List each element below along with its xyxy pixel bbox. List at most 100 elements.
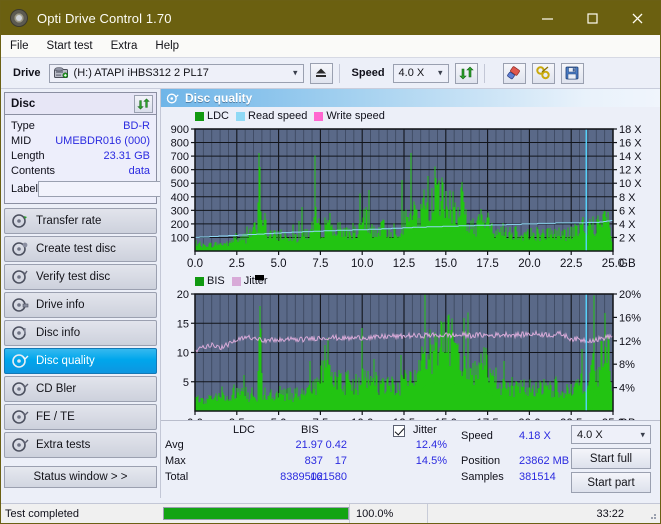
fe-te-icon — [11, 408, 29, 426]
jitter-avg: 12.4% — [387, 439, 447, 451]
refresh-button[interactable] — [455, 63, 478, 84]
disc-panel-title: Disc — [11, 98, 35, 110]
jitter-max: 14.5% — [387, 455, 447, 467]
svg-text:2.5: 2.5 — [229, 258, 245, 270]
cd-bler-icon — [11, 380, 29, 398]
disc-panel-header: Disc — [5, 93, 156, 115]
svg-text:22.5: 22.5 — [560, 258, 582, 270]
disc-quality-icon — [11, 352, 29, 370]
svg-text:300: 300 — [171, 205, 189, 217]
drive-select[interactable]: (H:) ATAPI iHBS312 2 PL17 ▾ — [49, 64, 304, 83]
start-full-button[interactable]: Start full — [571, 448, 651, 469]
eject-icon — [314, 67, 328, 79]
refresh-icon — [459, 66, 474, 80]
bis-jitter-chart: 51015204%8%12%16%20%0.02.55.07.510.012.5… — [163, 288, 657, 433]
svg-text:5: 5 — [183, 377, 189, 389]
toolbar: Drive (H:) ATAPI iHBS312 2 PL17 ▾ — [1, 58, 660, 89]
sidebar-item-transfer-rate[interactable]: Transfer rate — [4, 208, 157, 234]
disc-row-type: Type BD-R — [11, 118, 150, 133]
tools-button[interactable] — [532, 63, 555, 84]
sidebar-item-fe-te[interactable]: FE / TE — [4, 404, 157, 430]
tools-icon — [536, 66, 551, 80]
stats-col-bis: BIS — [301, 424, 319, 436]
disc-row-length: Length 23.31 GB — [11, 148, 150, 163]
svg-text:6 X: 6 X — [619, 205, 636, 217]
disc-row-key: Length — [11, 150, 45, 162]
erase-button[interactable] — [503, 63, 526, 84]
sidebar-item-label: Drive info — [36, 299, 85, 311]
scale-marker-icon — [255, 275, 264, 280]
sidebar-item-cd-bler[interactable]: CD Bler — [4, 376, 157, 402]
eject-button[interactable] — [310, 63, 333, 84]
sidebar-item-label: Disc quality — [36, 355, 95, 367]
legend-swatch — [232, 277, 241, 286]
menu-extra[interactable]: Extra — [111, 38, 147, 54]
stats-row-max: Max — [165, 455, 186, 467]
chevron-down-icon: ▾ — [438, 69, 443, 78]
minimize-button[interactable] — [525, 1, 570, 35]
chevron-down-icon: ▾ — [640, 430, 645, 439]
svg-text:18 X: 18 X — [619, 124, 642, 136]
sidebar-item-disc-info[interactable]: Disc info — [4, 320, 157, 346]
sidebar-item-drive-info[interactable]: Drive info — [4, 292, 157, 318]
stats-position-value: 23862 MB — [519, 455, 569, 467]
sidebar-item-label: Disc info — [36, 327, 80, 339]
speed-select[interactable]: 4.0 X ▾ — [393, 64, 449, 83]
content-area: Disc quality LDC Read speed Write sp — [160, 89, 661, 498]
drive-info-icon — [11, 296, 29, 314]
window-controls — [525, 1, 660, 35]
save-button[interactable] — [561, 63, 584, 84]
menu-help[interactable]: Help — [155, 38, 188, 54]
menu-file[interactable]: File — [10, 38, 38, 54]
svg-text:17.5: 17.5 — [476, 258, 498, 270]
disc-refresh-button[interactable] — [134, 95, 153, 113]
legend-label: BIS — [207, 275, 225, 287]
maximize-button[interactable] — [570, 1, 615, 35]
save-icon — [565, 66, 579, 80]
toolbar-separator-2 — [484, 64, 485, 83]
sidebar-item-disc-quality[interactable]: Disc quality — [4, 348, 157, 374]
sidebar-item-extra-tests[interactable]: Extra tests — [4, 432, 157, 458]
stats-row-avg: Avg — [165, 439, 184, 451]
svg-text:900: 900 — [171, 124, 189, 136]
stats-speed-select[interactable]: 4.0 X ▾ — [571, 425, 651, 444]
stats-samples-value: 381514 — [519, 471, 556, 483]
svg-text:7.5: 7.5 — [312, 258, 328, 270]
sidebar-item-label: Create test disc — [36, 243, 116, 255]
svg-text:12%: 12% — [619, 336, 641, 348]
content-header: Disc quality — [161, 89, 661, 107]
resize-grip-icon[interactable] — [646, 509, 658, 521]
close-button[interactable] — [615, 1, 660, 35]
speed-label: Speed — [352, 67, 385, 79]
disc-row-key: Contents — [11, 165, 55, 177]
progress-bar — [163, 507, 349, 520]
disc-panel: Disc Type BD-R MID UMEB — [4, 92, 157, 204]
status-window-button[interactable]: Status window > > — [4, 466, 157, 488]
sidebar-item-verify-test-disc[interactable]: Verify test disc — [4, 264, 157, 290]
drive-icon — [54, 67, 69, 80]
svg-text:4%: 4% — [619, 383, 635, 395]
graphs: LDC Read speed Write speed 1002003004005… — [161, 107, 661, 433]
title-bar: Opti Drive Control 1.70 — [1, 1, 660, 35]
svg-text:15: 15 — [177, 318, 189, 330]
start-part-button[interactable]: Start part — [571, 472, 651, 493]
jitter-checkbox[interactable] — [393, 425, 405, 437]
sidebar-item-create-test-disc[interactable]: Create test disc — [4, 236, 157, 262]
legend-label: LDC — [207, 110, 229, 122]
svg-text:500: 500 — [171, 178, 189, 190]
sidebar-item-label: FE / TE — [36, 411, 75, 423]
svg-text:16%: 16% — [619, 312, 641, 324]
svg-text:10.0: 10.0 — [351, 258, 373, 270]
stats-bis-avg: 0.42 — [289, 439, 347, 451]
svg-text:12 X: 12 X — [619, 165, 642, 177]
menu-start-test[interactable]: Start test — [47, 38, 102, 54]
svg-text:700: 700 — [171, 151, 189, 163]
disc-row-key: MID — [11, 135, 31, 147]
disc-create-icon — [11, 240, 29, 258]
stats-speed-value: 4.18 X — [519, 430, 551, 442]
stats-speed-select-value: 4.0 X — [572, 429, 603, 441]
sidebar-item-label: Transfer rate — [36, 215, 101, 227]
disc-verify-icon — [11, 268, 29, 286]
svg-text:12.5: 12.5 — [393, 258, 415, 270]
disc-label-row: Label — [11, 180, 150, 198]
